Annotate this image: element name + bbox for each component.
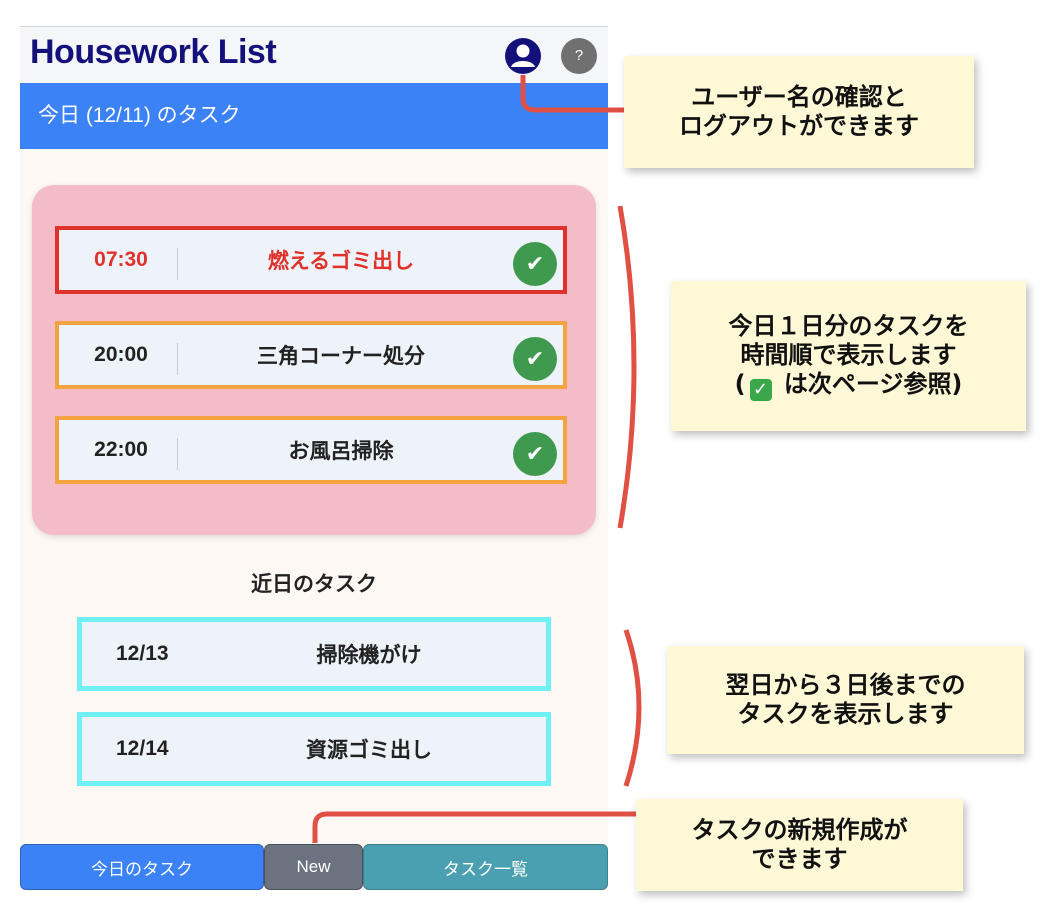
annotation-line: 今日１日分のタスクを	[728, 311, 969, 340]
annotation-today: 今日１日分のタスクを 時間順で表示します (✓ は次ページ参照)	[671, 281, 1026, 431]
annotation-line: ユーザー名の確認と	[691, 83, 907, 111]
task-card[interactable]: 07:30 燃えるゴミ出し ✔	[55, 226, 567, 294]
task-date: 12/14	[116, 737, 169, 760]
annotation-line: (✓ は次ページ参照)	[734, 369, 963, 401]
annotation-new: タスクの新規作成が できます	[636, 799, 963, 891]
annotation-line: 翌日から３日後までの	[725, 671, 966, 699]
annotation-text: は次ページ参照)	[775, 369, 963, 398]
app-title: Housework List	[30, 33, 277, 71]
task-card[interactable]: 22:00 お風呂掃除 ✔	[55, 416, 567, 484]
task-time: 22:00	[94, 438, 148, 461]
top-bar: Housework List ?	[20, 26, 608, 83]
divider	[177, 343, 178, 375]
task-name: 資源ゴミ出し	[306, 739, 432, 762]
help-icon[interactable]: ?	[561, 38, 597, 74]
upcoming-heading: 近日のタスク	[251, 573, 377, 596]
divider	[177, 438, 178, 470]
app-screen: Housework List ? 今日 (12/11) のタスク 07:30 燃…	[20, 26, 608, 890]
upcoming-bracket-line	[623, 629, 642, 787]
today-task-panel: 07:30 燃えるゴミ出し ✔ 20:00 三角コーナー処分 ✔ 22:00 お…	[32, 185, 596, 535]
annotation-line: 時間順で表示します	[740, 340, 957, 369]
annotation-line: タスクを表示します	[737, 700, 954, 728]
bottom-nav: 今日のタスク New タスク一覧	[20, 844, 608, 890]
today-bracket-line	[617, 205, 637, 529]
new-task-button[interactable]: New	[264, 844, 363, 890]
task-name: 掃除機がけ	[316, 644, 422, 667]
task-card[interactable]: 20:00 三角コーナー処分 ✔	[55, 321, 567, 389]
check-icon[interactable]: ✔	[513, 337, 557, 381]
task-name: お風呂掃除	[288, 440, 394, 463]
today-heading: 今日 (12/11) のタスク	[20, 83, 608, 149]
divider	[177, 248, 178, 280]
task-date: 12/13	[116, 642, 169, 665]
annotation-user: ユーザー名の確認と ログアウトができます	[624, 56, 974, 168]
annotation-line: タスクの新規作成が	[691, 816, 908, 844]
task-list-button[interactable]: タスク一覧	[363, 844, 608, 890]
nav-today-button[interactable]: 今日のタスク	[20, 844, 264, 890]
annotation-text: (	[734, 369, 746, 398]
check-icon[interactable]: ✔	[513, 242, 557, 286]
task-name: 三角コーナー処分	[257, 345, 425, 368]
upcoming-task-card[interactable]: 12/13 掃除機がけ	[77, 617, 551, 691]
user-account-icon[interactable]	[504, 37, 542, 75]
upcoming-task-card[interactable]: 12/14 資源ゴミ出し	[77, 712, 551, 786]
check-icon[interactable]: ✔	[513, 432, 557, 476]
task-name: 燃えるゴミ出し	[267, 250, 415, 273]
task-time: 20:00	[94, 343, 148, 366]
checkbox-icon: ✓	[749, 378, 772, 401]
annotation-line: できます	[751, 845, 848, 873]
task-time: 07:30	[94, 248, 148, 271]
annotation-upcoming: 翌日から３日後までの タスクを表示します	[667, 646, 1024, 754]
annotation-line: ログアウトができます	[679, 112, 919, 140]
